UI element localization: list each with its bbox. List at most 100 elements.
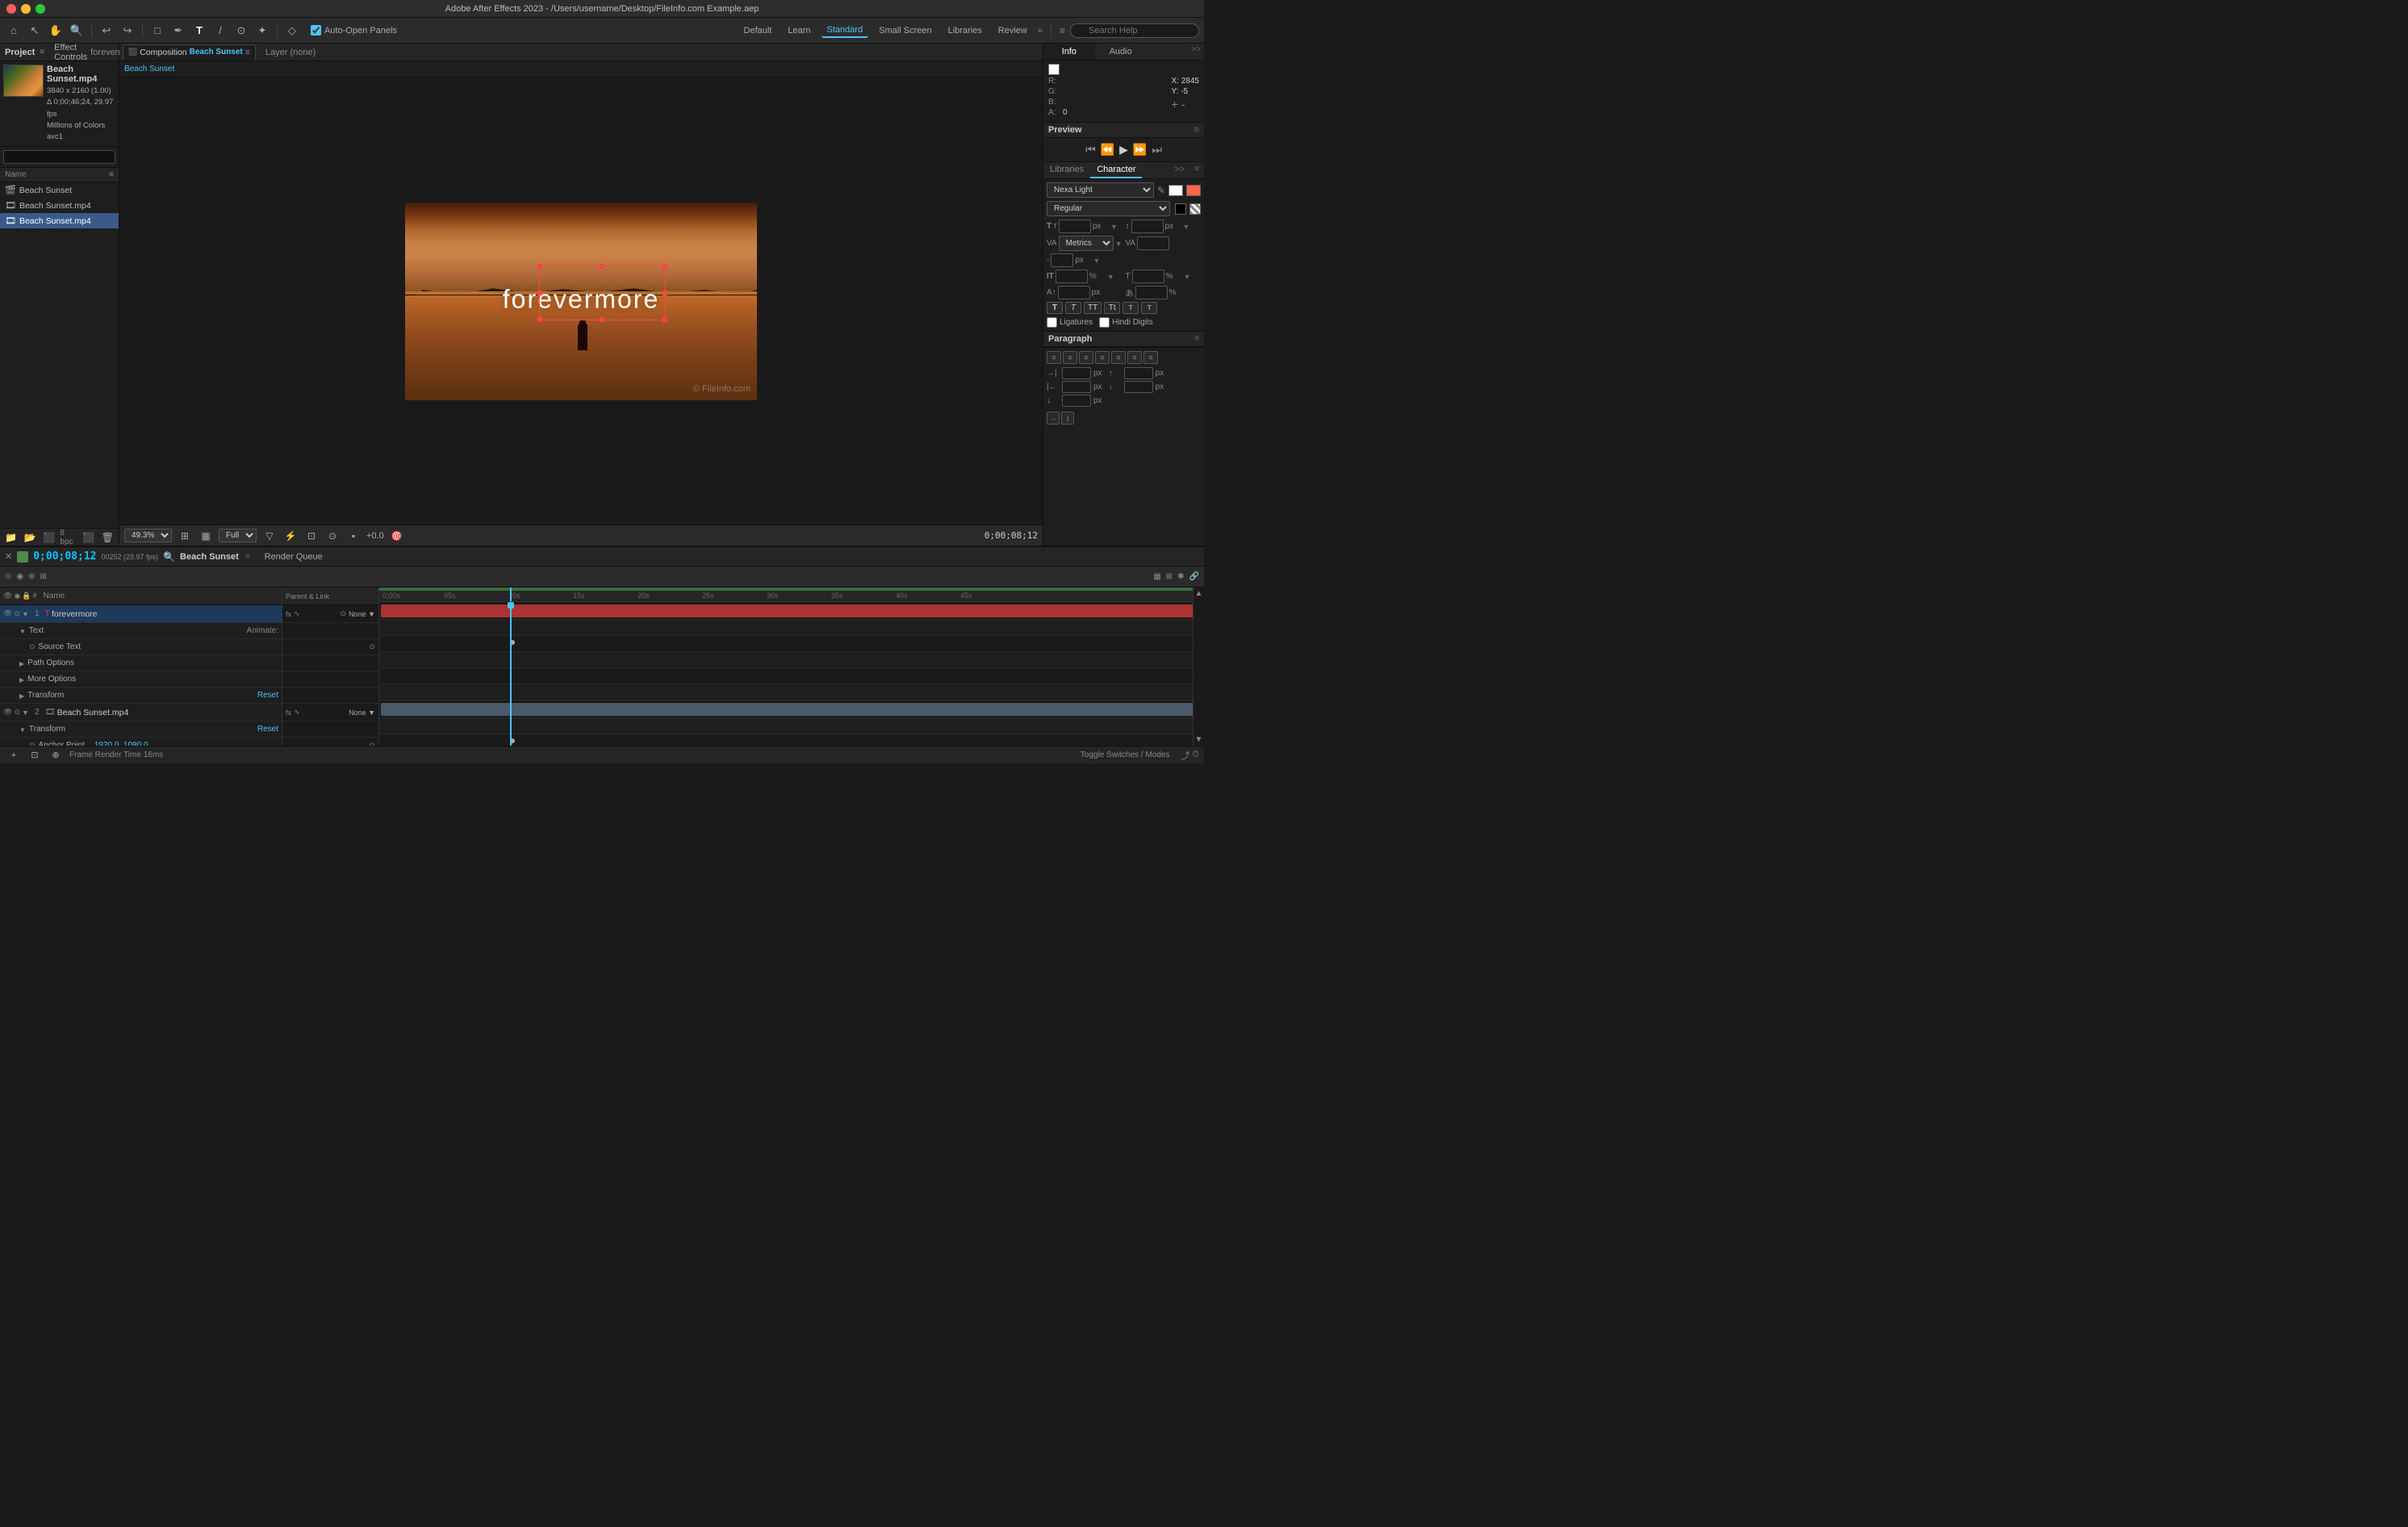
panel-overflow-btn[interactable]: >>: [1169, 162, 1189, 178]
fmt-italic-btn[interactable]: T: [1065, 302, 1081, 314]
fmt-small-caps-btn[interactable]: Tt: [1104, 302, 1120, 314]
layer1-motion-blur[interactable]: ∿: [294, 609, 300, 618]
pixel-aspect-btn[interactable]: ▦: [198, 528, 214, 544]
workspace-review[interactable]: Review: [993, 24, 1033, 37]
indent-right-field[interactable]: 0: [1062, 381, 1091, 393]
quality-select[interactable]: Full: [219, 529, 257, 542]
char-panel-menu[interactable]: ≡: [1189, 162, 1204, 178]
search-btn[interactable]: ⬛: [41, 529, 56, 546]
composition-viewport[interactable]: forevermore ©: [119, 77, 1043, 525]
jump-to-end-btn[interactable]: ⏭: [1152, 143, 1162, 157]
tl-search-btn[interactable]: 🔍: [163, 551, 175, 563]
layer2-eye[interactable]: 👁: [3, 708, 12, 717]
space-after-field[interactable]: 0: [1124, 381, 1153, 393]
sub2-stopwatch[interactable]: ⊙: [369, 642, 375, 651]
layer2-motion-blur[interactable]: ∿: [294, 708, 300, 717]
preview-menu-btn[interactable]: ≡: [1194, 125, 1199, 135]
add-layer-btn[interactable]: +: [5, 747, 23, 764]
stamp-tool[interactable]: ⊙: [232, 22, 250, 40]
layer2-parent-select[interactable]: None ▼: [349, 709, 375, 717]
home-tool[interactable]: ⌂: [5, 22, 23, 40]
layer-btn-3[interactable]: ⊕: [47, 747, 65, 764]
v-scale-input[interactable]: 100: [1132, 270, 1164, 283]
tl-btn-graph[interactable]: ⤴: [1181, 749, 1189, 762]
undo-tool[interactable]: ↩: [98, 22, 115, 40]
project-search-input[interactable]: [3, 150, 115, 164]
tab-menu-icon[interactable]: ≡: [245, 48, 250, 57]
indent-left-field[interactable]: 0: [1062, 367, 1091, 379]
tl-ctrl-3[interactable]: ⊕: [28, 572, 35, 581]
fmt-sub-btn[interactable]: T: [1141, 302, 1157, 314]
layer1-eye[interactable]: 👁: [3, 609, 12, 618]
transform2-arrow[interactable]: [19, 726, 26, 734]
hindi-checkbox[interactable]: [1099, 317, 1110, 328]
font-size-input[interactable]: 219: [1059, 220, 1091, 233]
text-tool[interactable]: T: [190, 22, 208, 40]
comp-close-icon[interactable]: ✕: [5, 551, 12, 562]
vscale-dropdown[interactable]: ▼: [1184, 273, 1191, 281]
justify-all-btn[interactable]: ≡: [1143, 351, 1158, 364]
handle-rm[interactable]: [663, 291, 667, 295]
handle-bm[interactable]: [600, 317, 604, 322]
timeline-timecode[interactable]: 0;00;08;12: [33, 550, 96, 563]
layer1-parent-select[interactable]: None ▼: [349, 610, 375, 618]
track-bar-1[interactable]: [381, 605, 1193, 617]
fmt-bold-btn[interactable]: T: [1047, 302, 1063, 314]
align-right-btn[interactable]: ≡: [1079, 351, 1093, 364]
tl-ctrl-4[interactable]: ⊞: [40, 572, 47, 581]
kerning-dropdown-btn[interactable]: ▼: [1115, 240, 1122, 248]
more-workspaces-btn[interactable]: »: [1038, 26, 1043, 36]
brush-tool[interactable]: /: [211, 22, 229, 40]
font-color-swatch2[interactable]: [1186, 185, 1201, 196]
info-extra-btn[interactable]: -: [1181, 98, 1185, 111]
panel-expand-btn[interactable]: ≡: [40, 48, 44, 56]
layer-row-1[interactable]: 👁 ⊙ ▼ 1 T forevermore: [0, 605, 282, 623]
redo-tool[interactable]: ↪: [119, 22, 136, 40]
h-scale-input[interactable]: 100: [1056, 270, 1088, 283]
delete-btn[interactable]: 🗑: [100, 529, 115, 546]
shape-tool[interactable]: ◇: [283, 22, 301, 40]
tab-info[interactable]: Info: [1043, 44, 1095, 60]
layer1-fx[interactable]: fx: [286, 610, 291, 618]
render-queue-btn[interactable]: Render Queue: [265, 552, 323, 562]
new-folder-btn[interactable]: 📂: [22, 529, 37, 546]
justify-right-btn[interactable]: ≡: [1127, 351, 1142, 364]
handle-br[interactable]: [663, 317, 667, 322]
list-item[interactable]: 🎬 Beach Sunset: [0, 182, 119, 198]
jump-to-start-btn[interactable]: ⏮: [1085, 143, 1096, 157]
region-interest-btn[interactable]: ⊙: [324, 528, 341, 544]
layer1-expand[interactable]: ▼: [22, 610, 29, 618]
list-item[interactable]: 🎞 Beach Sunset.mp4: [0, 198, 119, 213]
layer2-fx[interactable]: fx: [286, 709, 291, 717]
panel-menu-icon[interactable]: ≡: [1060, 25, 1065, 36]
list-view-btn[interactable]: ≡: [109, 170, 114, 179]
tab-audio[interactable]: Audio: [1095, 44, 1147, 60]
hscale-dropdown[interactable]: ▼: [1107, 273, 1114, 281]
add-btn[interactable]: +: [1172, 98, 1178, 111]
workspace-libraries[interactable]: Libraries: [943, 24, 988, 37]
handle-bl[interactable]: [537, 317, 542, 322]
kerning-select[interactable]: Metrics: [1059, 236, 1114, 251]
edit-font-btn[interactable]: ✎: [1157, 185, 1165, 196]
rect-tool[interactable]: □: [148, 22, 166, 40]
tab-libraries[interactable]: Libraries: [1043, 162, 1090, 178]
transform2-reset[interactable]: Reset: [257, 725, 278, 734]
tl-ctrl-2[interactable]: ◉: [16, 572, 23, 581]
leading-input[interactable]: 58: [1131, 220, 1164, 233]
layer-btn-2[interactable]: ⊡: [26, 747, 44, 764]
align-left-btn[interactable]: ≡: [1047, 351, 1061, 364]
layer1-solo[interactable]: ⊙: [14, 609, 20, 618]
handle-tr[interactable]: [663, 264, 667, 269]
transform1-reset[interactable]: Reset: [257, 691, 278, 700]
toggle-switches-btn[interactable]: Toggle Switches / Modes: [1081, 751, 1170, 759]
transparency-btn[interactable]: ⊡: [303, 528, 320, 544]
workspace-standard[interactable]: Standard: [821, 23, 869, 38]
tl-ctrl-right-3[interactable]: ✱: [1177, 572, 1184, 581]
baseline-input[interactable]: 0: [1058, 286, 1090, 299]
step-forward-btn[interactable]: ⏩: [1133, 143, 1147, 157]
zoom-tool[interactable]: 🔍: [68, 22, 86, 40]
pen-tool[interactable]: ✒: [169, 22, 187, 40]
breadcrumb[interactable]: Beach Sunset: [124, 65, 174, 73]
zoom-select[interactable]: 49.3%: [124, 529, 172, 542]
fast-preview-btn[interactable]: ⚡: [282, 528, 299, 544]
